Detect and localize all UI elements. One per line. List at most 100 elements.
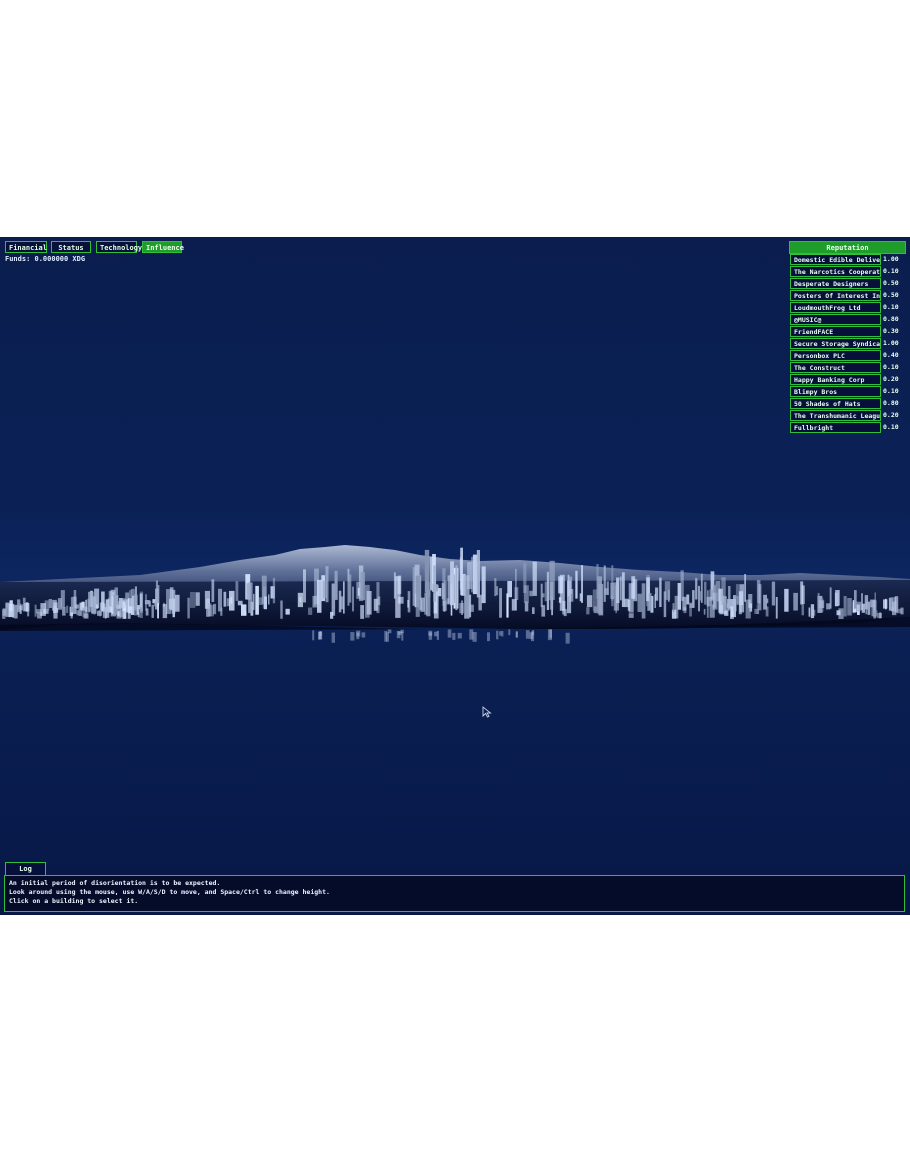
building bbox=[756, 604, 760, 614]
building-reflection bbox=[515, 631, 518, 638]
reputation-row: The Construct 0.10 bbox=[789, 362, 906, 374]
building bbox=[425, 581, 431, 598]
building bbox=[136, 605, 141, 610]
building bbox=[603, 565, 606, 602]
reputation-faction-name: LoudmouthFrog Ltd bbox=[790, 302, 881, 313]
building bbox=[101, 591, 105, 612]
building-reflection bbox=[508, 629, 511, 636]
building bbox=[641, 583, 646, 619]
building-reflection bbox=[496, 630, 499, 640]
building bbox=[255, 585, 259, 615]
funds-readout: Funds: 0.000000 XDG bbox=[5, 255, 86, 263]
tab-technology[interactable]: Technology bbox=[96, 241, 142, 253]
building-reflection bbox=[356, 632, 360, 640]
reputation-panel: Reputation Domestic Edible Deliveries1.0… bbox=[789, 241, 906, 434]
building bbox=[373, 598, 378, 611]
reputation-value: 0.30 bbox=[883, 327, 899, 335]
tab-status[interactable]: Status bbox=[51, 241, 91, 253]
building bbox=[9, 600, 13, 611]
building bbox=[465, 595, 470, 619]
building bbox=[461, 600, 463, 615]
building bbox=[70, 597, 74, 613]
building bbox=[395, 576, 401, 618]
building bbox=[559, 574, 565, 611]
building bbox=[610, 582, 615, 599]
building bbox=[873, 613, 877, 619]
building bbox=[592, 589, 598, 612]
building bbox=[450, 584, 453, 616]
building bbox=[879, 612, 882, 619]
city-skyline-scene[interactable] bbox=[0, 237, 910, 915]
tab-financial[interactable]: Financial bbox=[5, 241, 47, 253]
building bbox=[88, 591, 94, 612]
building bbox=[268, 594, 270, 605]
building-reflection bbox=[501, 631, 504, 637]
reputation-value: 0.10 bbox=[883, 267, 899, 275]
building bbox=[682, 596, 687, 611]
reputation-faction-name: Happy Banking Corp bbox=[790, 374, 881, 385]
building bbox=[360, 605, 365, 619]
building bbox=[235, 581, 239, 601]
building bbox=[481, 566, 486, 604]
building bbox=[455, 565, 458, 611]
building bbox=[672, 603, 675, 612]
building bbox=[66, 605, 69, 613]
log-tab[interactable]: Log bbox=[5, 862, 46, 875]
building bbox=[819, 600, 825, 608]
building bbox=[680, 570, 684, 601]
building bbox=[139, 611, 143, 618]
building bbox=[264, 596, 267, 610]
building bbox=[79, 602, 82, 610]
building bbox=[836, 610, 841, 616]
reputation-row: Personbox PLC 0.40 bbox=[789, 350, 906, 362]
building bbox=[2, 608, 7, 616]
building bbox=[861, 593, 863, 611]
building-reflection bbox=[499, 631, 502, 636]
building bbox=[317, 579, 322, 613]
building bbox=[724, 610, 729, 616]
building bbox=[756, 580, 761, 604]
building bbox=[659, 577, 662, 607]
building bbox=[765, 606, 769, 617]
building bbox=[377, 596, 381, 606]
building bbox=[213, 603, 217, 615]
game-viewport[interactable]: Financial Status Technology Influence Fu… bbox=[0, 237, 910, 915]
building bbox=[499, 588, 502, 618]
building bbox=[703, 608, 706, 615]
building bbox=[230, 597, 233, 604]
building bbox=[621, 572, 625, 607]
reputation-row: @MUSIC@ 0.80 bbox=[789, 314, 906, 326]
building bbox=[793, 592, 798, 611]
reputation-faction-name: The Transhumanic League bbox=[790, 410, 881, 421]
building-reflection bbox=[436, 630, 439, 640]
building bbox=[550, 581, 554, 610]
reputation-faction-name: 50 Shades of Hats bbox=[790, 398, 881, 409]
building bbox=[366, 591, 372, 615]
building bbox=[96, 604, 99, 609]
reputation-row: Blimpy Bros 0.10 bbox=[789, 386, 906, 398]
tab-influence[interactable]: Influence bbox=[142, 241, 184, 253]
building bbox=[280, 600, 283, 619]
building bbox=[220, 607, 223, 616]
reputation-row: The Narcotics Cooperative0.10 bbox=[789, 266, 906, 278]
reputation-faction-name: Personbox PLC bbox=[790, 350, 881, 361]
building bbox=[579, 593, 582, 602]
building bbox=[523, 585, 529, 603]
building bbox=[171, 589, 176, 614]
building bbox=[137, 612, 140, 618]
building-reflection bbox=[318, 631, 321, 640]
reputation-row: FriendFACE 0.30 bbox=[789, 326, 906, 338]
building bbox=[303, 569, 306, 603]
reputation-value: 0.10 bbox=[883, 387, 899, 395]
building bbox=[75, 604, 80, 609]
reputation-row: LoudmouthFrog Ltd 0.10 bbox=[789, 302, 906, 314]
building bbox=[190, 592, 196, 608]
reputation-faction-name: @MUSIC@ bbox=[790, 314, 881, 325]
building bbox=[771, 581, 776, 606]
building bbox=[704, 581, 707, 605]
building-reflection bbox=[531, 631, 535, 642]
building bbox=[211, 579, 215, 602]
reputation-row: The Transhumanic League 0.20 bbox=[789, 410, 906, 422]
building bbox=[748, 594, 753, 608]
reputation-value: 1.00 bbox=[883, 255, 899, 263]
